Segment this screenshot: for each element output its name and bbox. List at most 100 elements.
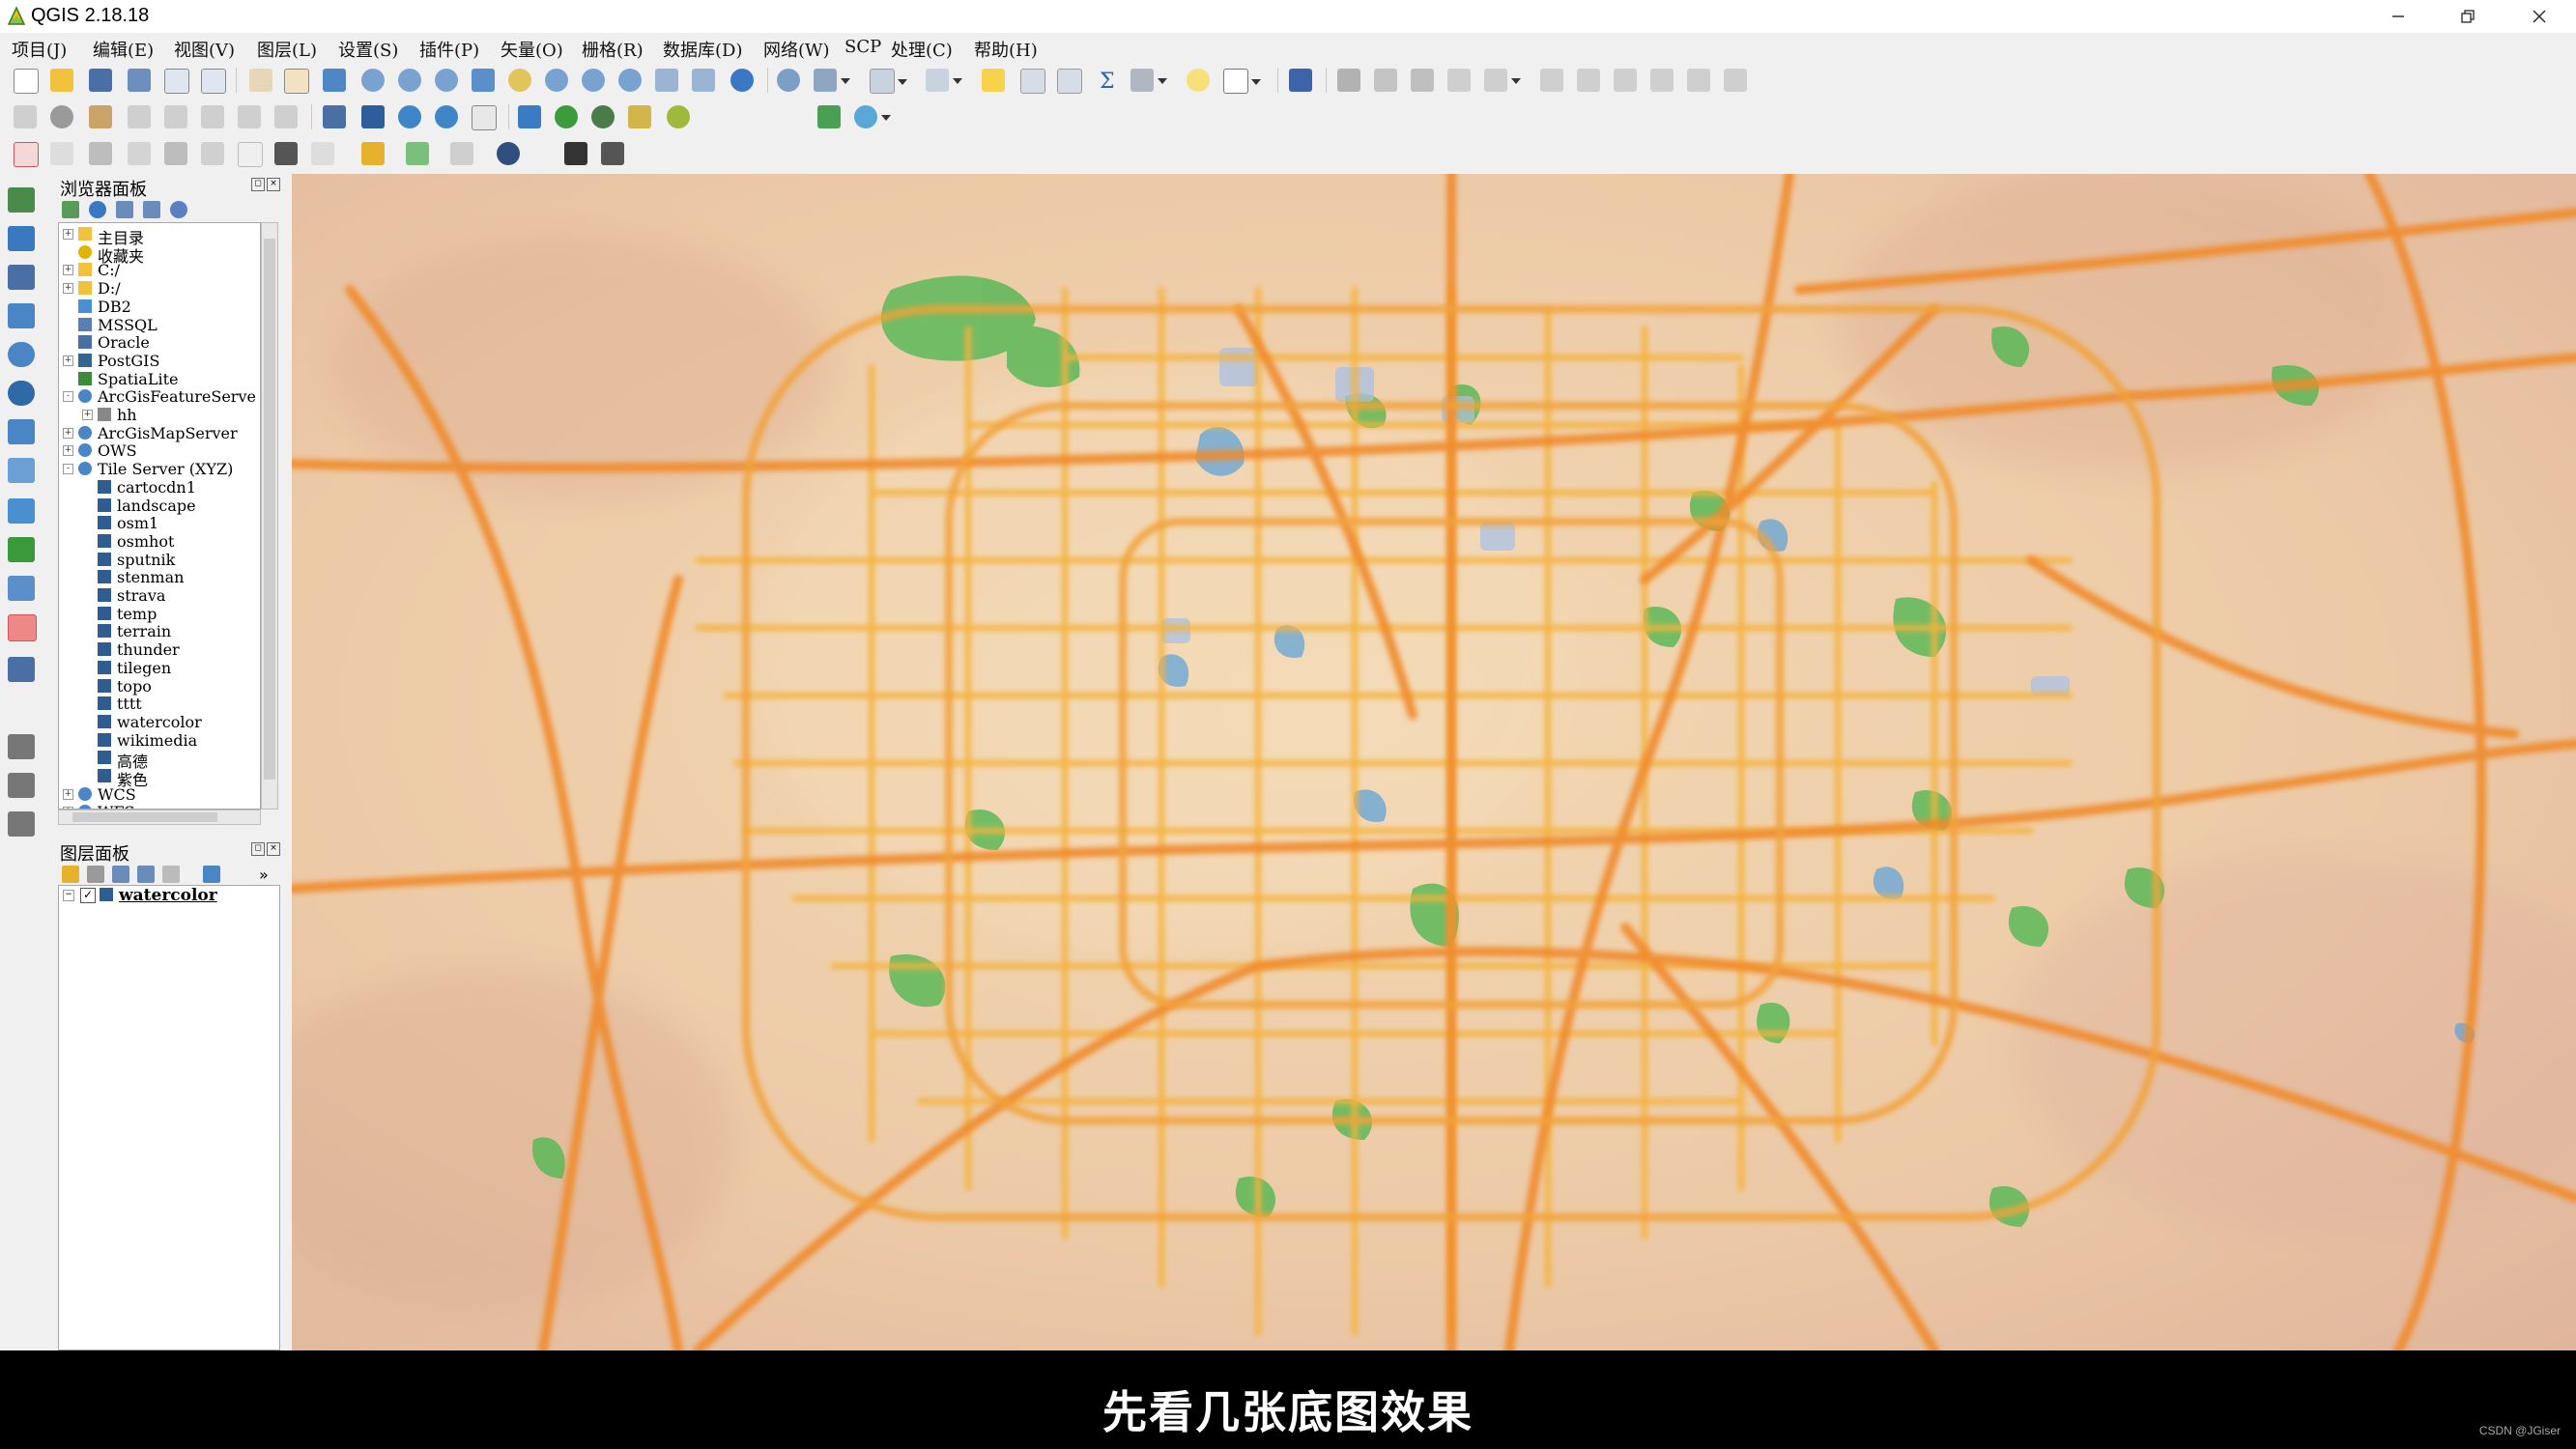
menu-help[interactable]: 帮助(H): [974, 37, 1038, 62]
zoom-next-icon[interactable]: [618, 69, 642, 92]
layer-expander-icon[interactable]: −: [63, 890, 74, 901]
layer-tool-a-icon[interactable]: [8, 734, 35, 759]
tree-expander-icon[interactable]: -: [63, 391, 73, 403]
change-label-icon[interactable]: [274, 105, 298, 128]
add-vector-layer-icon[interactable]: [323, 105, 346, 128]
close-layers-panel-icon[interactable]: ×: [267, 842, 280, 856]
zoom-to-selection-icon[interactable]: [508, 69, 531, 92]
add-spatialite-icon[interactable]: [8, 265, 35, 290]
attribute-table-icon[interactable]: [1020, 69, 1045, 94]
add-db2-icon[interactable]: [8, 498, 35, 524]
hscroll-thumb[interactable]: [72, 812, 217, 822]
expand-all-icon[interactable]: [203, 866, 220, 883]
georeferencer-icon[interactable]: [555, 105, 578, 128]
layer-tool-b-icon[interactable]: [8, 773, 35, 798]
plugin-tool-icon[interactable]: [667, 105, 690, 128]
text-minus-icon[interactable]: [238, 142, 263, 167]
layer-order-icon[interactable]: [361, 142, 385, 165]
new-bookmark-icon[interactable]: [692, 69, 715, 92]
format-tool-icon[interactable]: [311, 142, 334, 165]
manage-map-themes-icon[interactable]: [112, 866, 129, 883]
tree-expander-icon[interactable]: -: [63, 464, 73, 475]
zoom-last-icon[interactable]: [582, 69, 605, 92]
tree-expander-icon[interactable]: +: [63, 265, 73, 276]
save-layer-edits-icon[interactable]: [1411, 69, 1434, 92]
menu-vector[interactable]: 矢量(O): [501, 37, 563, 62]
run-feature-action-icon[interactable]: [814, 69, 850, 92]
zoom-out-icon[interactable]: [398, 69, 421, 92]
more-tools-icon[interactable]: »: [259, 866, 276, 884]
add-group-icon[interactable]: [87, 866, 104, 883]
text-annotation-icon[interactable]: [1223, 69, 1261, 94]
add-postgis-icon[interactable]: [8, 303, 35, 328]
layer-labeling-icon[interactable]: [50, 105, 73, 128]
add-wcs-layer-icon[interactable]: [435, 105, 458, 128]
copy-features-icon[interactable]: [1687, 69, 1710, 92]
add-oracle-icon[interactable]: [8, 419, 35, 444]
refresh-icon[interactable]: [730, 69, 754, 92]
close-panel-icon[interactable]: ×: [267, 178, 280, 191]
menu-database[interactable]: 数据库(D): [663, 37, 742, 62]
add-wms-layer-icon[interactable]: [398, 105, 421, 128]
menu-plugins[interactable]: 插件(P): [419, 37, 479, 62]
tree-expander-icon[interactable]: +: [63, 445, 73, 457]
new-print-composer-icon[interactable]: [164, 69, 189, 94]
float-panel-icon[interactable]: ◻: [251, 178, 265, 191]
pin-labels-icon[interactable]: [128, 105, 151, 128]
show-hide-labels-icon[interactable]: [164, 105, 187, 128]
scp-tool-icon[interactable]: [817, 105, 841, 128]
layers-tree[interactable]: − ✓ watercolor: [58, 885, 280, 1350]
add-delimited-text-icon[interactable]: [8, 187, 35, 213]
layer-name[interactable]: watercolor: [119, 886, 217, 905]
pan-map-icon[interactable]: [284, 69, 309, 94]
restore-button[interactable]: [2433, 0, 2503, 33]
properties-icon[interactable]: [170, 201, 187, 218]
move-features-icon[interactable]: [1540, 69, 1563, 92]
new-spatialite-layer-icon[interactable]: [8, 576, 35, 601]
scroll-thumb[interactable]: [264, 239, 275, 780]
coordinate-capture-icon[interactable]: [591, 105, 615, 128]
node-tool-icon[interactable]: [1577, 69, 1600, 92]
new-shapefile-icon[interactable]: [8, 537, 35, 562]
heatmap-icon[interactable]: [628, 105, 651, 128]
tree-expander-icon[interactable]: +: [63, 283, 73, 295]
save-as-icon[interactable]: [128, 69, 151, 92]
move-label-icon[interactable]: [201, 105, 224, 128]
nc-tool-icon[interactable]: [50, 142, 73, 165]
toggle-editing-icon[interactable]: [1374, 69, 1397, 92]
menu-raster[interactable]: 栅格(R): [582, 37, 644, 62]
menu-view[interactable]: 视图(V): [174, 37, 235, 62]
collapse-all-icon[interactable]: [143, 201, 160, 218]
menu-edit[interactable]: 编辑(E): [93, 37, 154, 62]
vector-edit-icon[interactable]: [450, 142, 473, 165]
filter-by-expression-icon[interactable]: [162, 866, 180, 883]
map-tips-icon[interactable]: [1187, 69, 1210, 92]
new-project-icon[interactable]: [14, 69, 39, 94]
browser-horizontal-scrollbar[interactable]: [58, 810, 261, 825]
gps-tool-icon[interactable]: [497, 142, 520, 165]
float-layers-panel-icon[interactable]: ◻: [251, 842, 265, 856]
dock-tool-icon[interactable]: [564, 142, 587, 165]
identify-features-icon[interactable]: [777, 69, 800, 92]
select-by-value-icon[interactable]: [926, 69, 962, 92]
measure-line-icon[interactable]: [1131, 69, 1167, 92]
help-contents-icon[interactable]: [1289, 69, 1312, 92]
menu-processing[interactable]: 处理(C): [891, 37, 953, 62]
field-calculator-icon[interactable]: [1057, 69, 1082, 94]
add-wfs-icon[interactable]: [8, 381, 35, 406]
add-wms-icon[interactable]: [8, 342, 35, 367]
save-project-icon[interactable]: [89, 69, 112, 92]
label-tool-icon[interactable]: [14, 105, 37, 128]
browser-refresh-icon[interactable]: [89, 201, 106, 218]
tree-expander-icon[interactable]: +: [63, 427, 73, 439]
add-selected-layers-icon[interactable]: [62, 201, 79, 218]
map-canvas[interactable]: [292, 174, 2576, 1350]
add-feature-icon[interactable]: [1447, 69, 1471, 92]
current-edits-icon[interactable]: [1337, 69, 1360, 92]
cut-features-icon[interactable]: [1650, 69, 1674, 92]
layer-visibility-checkbox[interactable]: ✓: [80, 888, 96, 903]
add-circular-string-icon[interactable]: [1484, 69, 1521, 92]
add-mssql-icon[interactable]: [8, 458, 35, 483]
layer-styling-icon[interactable]: [62, 866, 79, 883]
menu-settings[interactable]: 设置(S): [338, 37, 398, 62]
